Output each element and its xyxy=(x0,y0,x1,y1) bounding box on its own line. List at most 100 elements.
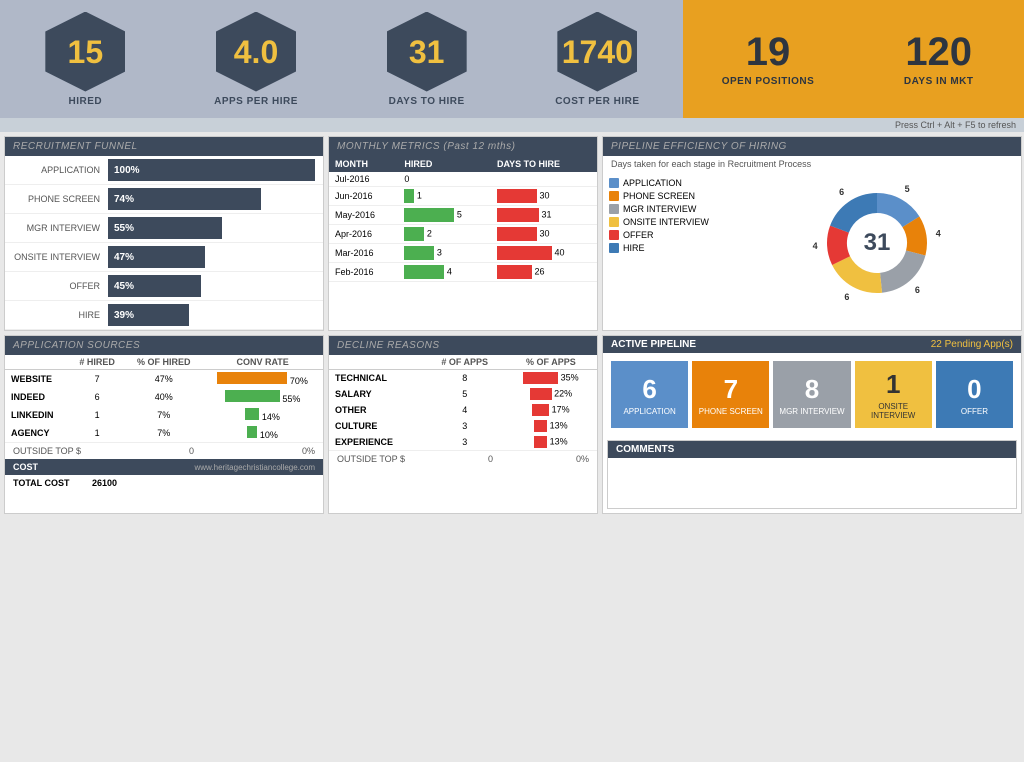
legend-item: ONSITE INTERVIEW xyxy=(609,217,729,227)
cost-section: COST www.heritagechristiancollege.com xyxy=(5,459,323,475)
stat-item: 31 DAYS TO HIRE xyxy=(341,0,512,118)
funnel-bar-container: 45% xyxy=(108,275,315,297)
sources-table-container: # HIRED % OF HIRED CONV RATE WEBSITE 7 4… xyxy=(5,355,323,442)
decline-outside-row: OUTSIDE TOP $ 0 0% xyxy=(329,450,597,467)
pipeline-panel: PIPELINE EFFICIENCY OF HIRING Days taken… xyxy=(602,136,1022,331)
conv-bar xyxy=(245,408,259,420)
metrics-panel: MONTHLY METRICS (Past 12 mths) MONTH HIR… xyxy=(328,136,598,331)
stat-pentagon: 31 xyxy=(387,12,467,92)
col-month: MONTH xyxy=(329,156,398,172)
decline-row: OTHER 4 17% xyxy=(329,402,597,418)
funnel-row-label: ONSITE INTERVIEW xyxy=(13,252,108,262)
funnel-bar-container: 100% xyxy=(108,159,315,181)
sources-header: APPLICATION SOURCES xyxy=(5,336,323,355)
pipe-box-num: 1 xyxy=(886,369,900,400)
funnel-bar-container: 39% xyxy=(108,304,315,326)
pipeline-inner: APPLICATION PHONE SCREEN MGR INTERVIEW O… xyxy=(603,172,1021,314)
decline-title: DECLINE REASONS xyxy=(337,340,440,351)
legend-label: APPLICATION xyxy=(623,178,682,188)
stat-pentagon: 15 xyxy=(45,12,125,92)
source-hired: 1 xyxy=(69,424,125,442)
top-stats-bar: 15 HIRED 4.0 APPS PER HIRE 31 DAYS TO HI… xyxy=(0,0,1024,118)
donut-segment xyxy=(832,256,882,293)
metrics-header: MONTHLY METRICS (Past 12 mths) xyxy=(329,137,597,156)
stat-value: 19 xyxy=(746,32,791,72)
metrics-month: Mar-2016 xyxy=(329,244,398,263)
col-pct-apps: % OF APPS xyxy=(505,355,597,370)
funnel-row: MGR INTERVIEW 55% xyxy=(5,214,323,243)
funnel-bar-text: 100% xyxy=(114,165,140,176)
decline-row: CULTURE 3 13% xyxy=(329,418,597,434)
pipe-box-num: 7 xyxy=(724,374,738,405)
decline-reason: SALARY xyxy=(329,386,425,402)
sources-outside-pct: 0% xyxy=(302,446,315,456)
days-bar xyxy=(497,227,537,241)
pipe-box-num: 6 xyxy=(642,374,656,405)
metrics-hired: 2 xyxy=(398,225,491,244)
source-conv: 55% xyxy=(202,388,323,406)
metrics-hired: 0 xyxy=(398,172,491,187)
pipeline-box: 7 PHONE SCREEN xyxy=(692,361,769,428)
pipeline-boxes: 6 APPLICATION 7 PHONE SCREEN 8 MGR INTER… xyxy=(603,353,1021,436)
metrics-row: May-2016 5 31 xyxy=(329,206,597,225)
hired-bar xyxy=(404,189,414,203)
metrics-month: Jun-2016 xyxy=(329,187,398,206)
funnel-row: PHONE SCREEN 74% xyxy=(5,185,323,214)
active-pending: 22 Pending App(s) xyxy=(931,339,1013,350)
days-bar xyxy=(497,246,552,260)
decline-outside-label: OUTSIDE TOP $ xyxy=(337,454,405,464)
source-name: INDEED xyxy=(5,388,69,406)
decline-outside-apps: 0 xyxy=(488,454,493,464)
refresh-bar: Press Ctrl + Alt + F5 to refresh xyxy=(0,118,1024,132)
metrics-title: MONTHLY METRICS xyxy=(337,141,440,152)
funnel-bar: 100% xyxy=(108,159,315,181)
funnel-header: RECRUITMENT FUNNEL xyxy=(5,137,323,156)
legend-item: OFFER xyxy=(609,230,729,240)
donut-label: 6 xyxy=(844,292,849,302)
funnel-row-label: APPLICATION xyxy=(13,165,108,175)
decline-pct: 13% xyxy=(505,434,597,450)
metrics-month: May-2016 xyxy=(329,206,398,225)
comments-title: COMMENTS xyxy=(616,444,674,455)
pipe-box-label: OFFER xyxy=(961,407,988,416)
cost-url: www.heritagechristiancollege.com xyxy=(195,463,316,472)
hired-bar xyxy=(404,265,444,279)
metrics-hired: 1 xyxy=(398,187,491,206)
decline-reason: CULTURE xyxy=(329,418,425,434)
decline-pct: 22% xyxy=(505,386,597,402)
hired-bar xyxy=(404,208,454,222)
decline-bar xyxy=(523,372,558,384)
decline-bar xyxy=(534,420,547,432)
metrics-hired: 4 xyxy=(398,263,491,282)
legend-label: HIRE xyxy=(623,243,645,253)
funnel-bar-container: 55% xyxy=(108,217,315,239)
pipeline-box: 8 MGR INTERVIEW xyxy=(773,361,850,428)
stat-label: APPS PER HIRE xyxy=(214,96,298,107)
cost-label: COST xyxy=(13,462,38,472)
legend-label: OFFER xyxy=(623,230,654,240)
source-pct-hired: 47% xyxy=(125,370,202,389)
legend-label: PHONE SCREEN xyxy=(623,191,695,201)
metrics-hired: 3 xyxy=(398,244,491,263)
funnel-bar-text: 45% xyxy=(114,281,134,292)
funnel-row-label: PHONE SCREEN xyxy=(13,194,108,204)
stat-label: DAYS TO HIRE xyxy=(389,96,465,107)
main-content: RECRUITMENT FUNNEL APPLICATION 100% PHON… xyxy=(0,132,1024,518)
source-pct-hired: 7% xyxy=(125,406,202,424)
conv-bar xyxy=(247,426,257,438)
donut-value: 31 xyxy=(864,229,891,257)
stat-item: 1740 COST PER HIRE xyxy=(512,0,683,118)
decline-panel: DECLINE REASONS # OF APPS % OF APPS TECH… xyxy=(328,335,598,514)
metrics-days: 40 xyxy=(491,244,597,263)
donut-label: 4 xyxy=(936,229,941,239)
pipe-box-num: 0 xyxy=(967,374,981,405)
legend-item: APPLICATION xyxy=(609,178,729,188)
decline-pct: 17% xyxy=(505,402,597,418)
pipe-box-label: MGR INTERVIEW xyxy=(779,407,844,416)
donut-label: 6 xyxy=(839,187,844,197)
stat-label: COST PER HIRE xyxy=(555,96,639,107)
hired-bar xyxy=(404,227,424,241)
source-pct-hired: 40% xyxy=(125,388,202,406)
col-conv-rate: CONV RATE xyxy=(202,355,323,370)
donut-label: 5 xyxy=(905,184,910,194)
